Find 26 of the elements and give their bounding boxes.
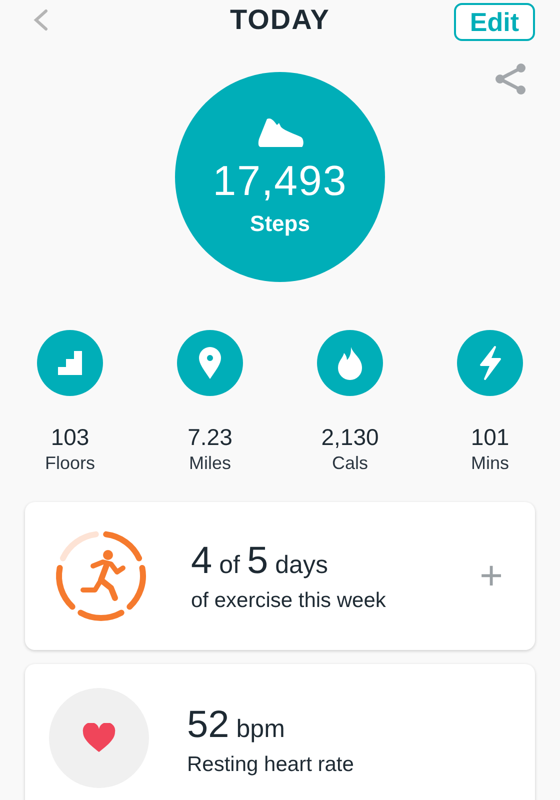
location-pin-icon — [198, 346, 222, 380]
stat-label: Miles — [188, 453, 231, 474]
steps-circle[interactable]: 17,493 Steps — [175, 72, 385, 282]
exercise-subtitle: of exercise this week — [191, 588, 387, 612]
page-title: TODAY — [230, 4, 330, 36]
heart-icon — [82, 723, 116, 753]
stairs-icon — [56, 349, 84, 377]
heart-rate-card[interactable]: 52 bpm Resting heart rate — [25, 664, 535, 800]
exercise-card[interactable]: 4 of 5 days of exercise this week + — [25, 502, 535, 650]
add-button[interactable]: + — [476, 554, 507, 598]
stat-value: 103 — [50, 424, 90, 451]
edit-button[interactable]: Edit — [454, 3, 535, 41]
steps-label: Steps — [250, 211, 310, 237]
stat-label: Cals — [332, 453, 368, 474]
stat-label: Mins — [470, 453, 509, 474]
stat-value: 101 — [470, 424, 510, 451]
stat-label: Floors — [44, 453, 95, 474]
stat-value: 2,130 — [321, 424, 379, 451]
share-icon[interactable] — [494, 62, 528, 96]
heart-rate-subtitle: Resting heart rate — [187, 753, 355, 777]
exercise-headline: 4 of 5 days — [191, 540, 329, 582]
heart-rate-headline: 52 bpm — [187, 704, 286, 747]
stat-value: 7.23 — [188, 424, 232, 451]
flame-icon — [337, 346, 363, 380]
steps-value: 17,493 — [212, 157, 348, 205]
lightning-icon — [477, 345, 503, 381]
